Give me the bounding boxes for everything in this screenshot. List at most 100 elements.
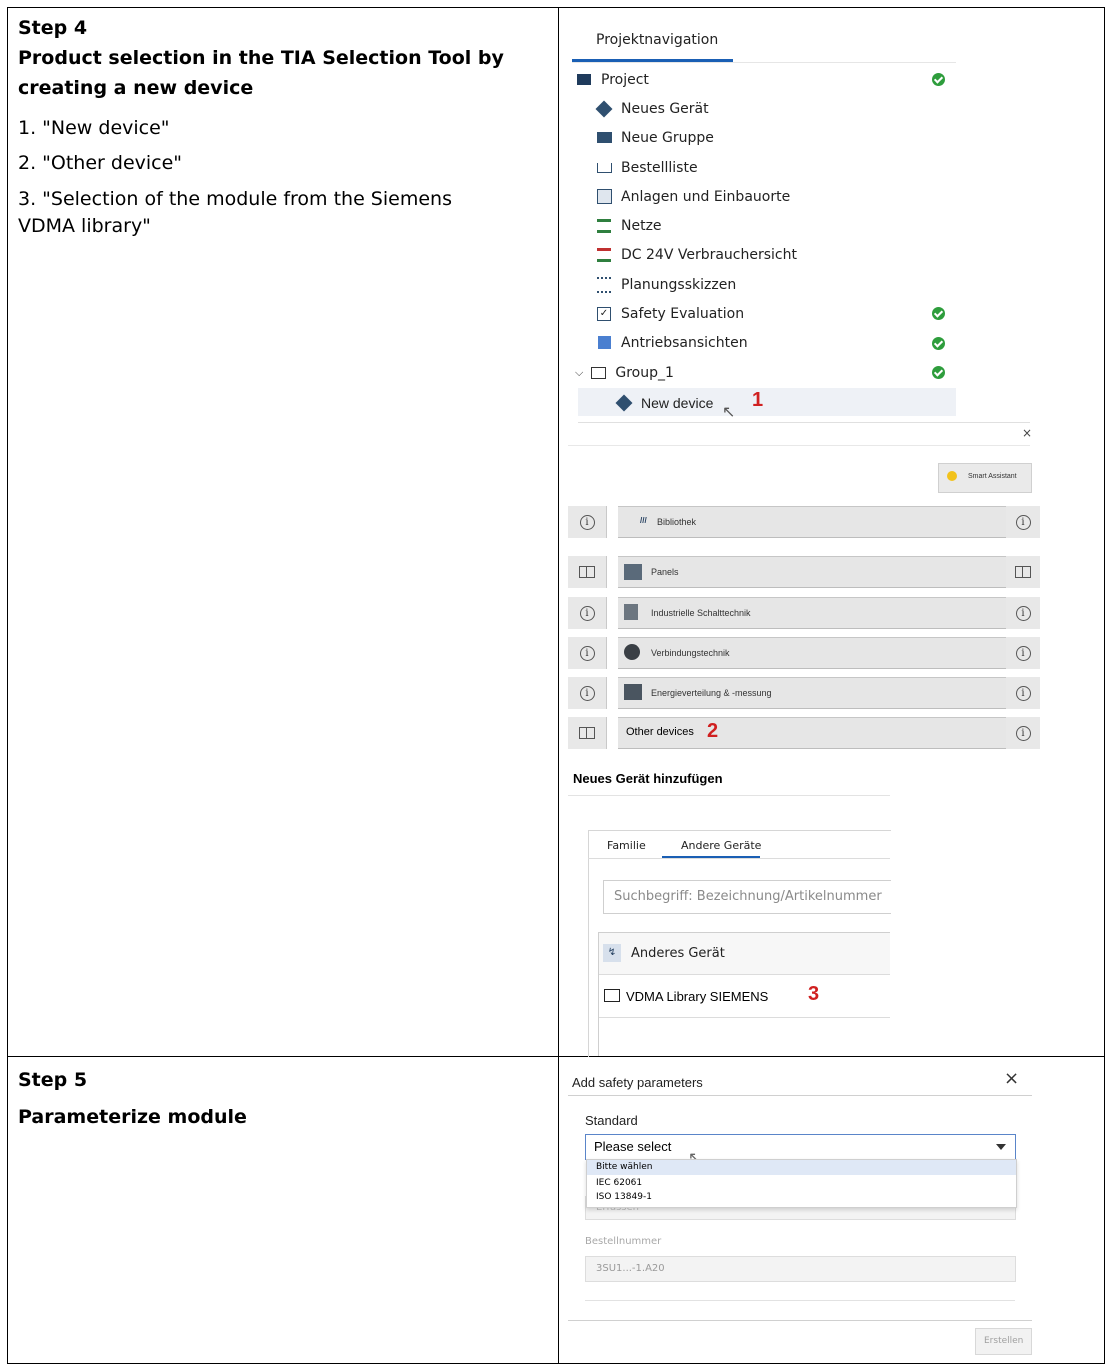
nav-item-label: DC 24V Verbrauchersicht: [621, 246, 797, 263]
panel-device-icon: [624, 564, 642, 580]
create-button[interactable]: Erstellen: [975, 1328, 1032, 1355]
info-icon: i: [1015, 605, 1031, 621]
switchgear-icon: [624, 604, 638, 620]
book-button[interactable]: [568, 556, 607, 588]
status-ok-icon: [932, 307, 945, 320]
book-icon: [579, 727, 595, 739]
dropdown-option[interactable]: Bitte wählen: [596, 1162, 652, 1172]
list-item-vdma-library[interactable]: VDMA Library SIEMENS: [599, 975, 890, 1018]
search-input[interactable]: Suchbegriff: Bezeichnung/Artikelnummer: [603, 880, 891, 914]
new-device-icon: [595, 100, 613, 117]
chevron-down-icon[interactable]: ⌵: [575, 366, 583, 380]
divider: [568, 795, 890, 796]
power-consumers-icon: [595, 247, 613, 263]
divider: [588, 858, 890, 859]
connection-icon: [624, 644, 640, 660]
cursor-icon: ↖: [722, 402, 736, 421]
info-icon: i: [1015, 725, 1031, 741]
nav-item-safety-evaluation[interactable]: ✓ Safety Evaluation: [595, 299, 744, 328]
book-icon: [579, 566, 595, 578]
callout-1: 1: [752, 389, 764, 411]
info-button[interactable]: i: [1006, 717, 1040, 749]
list-item-label: Anderes Gerät: [631, 946, 725, 961]
step4-item-3-cont: VDMA library": [18, 215, 151, 237]
info-icon: i: [579, 645, 595, 661]
nav-item-anlagen[interactable]: Anlagen und Einbauorte: [595, 182, 790, 211]
nav-project-label: Project: [601, 71, 649, 88]
tab-andere-geraete[interactable]: Andere Geräte: [681, 839, 761, 852]
nav-group-1[interactable]: ⌵ Group_1: [575, 358, 674, 387]
step4-item-2: 2. "Other device": [18, 152, 183, 174]
book-button[interactable]: [1006, 556, 1040, 588]
info-icon: i: [1015, 645, 1031, 661]
standard-label: Standard: [585, 1113, 638, 1128]
library-icon: ///: [640, 516, 647, 525]
nav-item-new-device[interactable]: New device: [615, 388, 713, 417]
nav-item-label: New device: [641, 394, 714, 411]
nav-item-antriebsansichten[interactable]: Antriebsansichten: [595, 328, 748, 357]
folder-icon: [604, 989, 620, 1002]
step4-item-1: 1. "New device": [18, 117, 170, 139]
info-button[interactable]: i: [1006, 597, 1040, 629]
dialog-title: Add safety parameters: [572, 1075, 703, 1090]
folder-icon: [589, 365, 607, 381]
info-button[interactable]: i: [1006, 637, 1040, 669]
smart-assistant-label: Smart Assistant: [968, 473, 1017, 480]
info-button[interactable]: i: [1006, 677, 1040, 709]
nav-item-label: Bestellliste: [621, 159, 698, 176]
info-button[interactable]: i: [568, 637, 607, 669]
close-icon[interactable]: ×: [1022, 426, 1032, 440]
folder-add-icon: [595, 130, 613, 146]
table-border-bottom: [7, 1363, 1105, 1364]
nav-item-label: Neue Gruppe: [621, 129, 714, 146]
table-column-divider: [558, 7, 559, 1364]
nav-group-label: Group_1: [615, 364, 674, 381]
step4-item-3: 3. "Selection of the module from the Sie…: [18, 188, 452, 210]
tab-familie[interactable]: Familie: [607, 839, 646, 852]
panel-label: Energieverteilung & -messung: [651, 688, 772, 698]
list-item-label: VDMA Library SIEMENS: [626, 989, 769, 1004]
nav-project[interactable]: Project: [575, 65, 649, 94]
info-button[interactable]: i: [568, 506, 607, 538]
nav-item-label: Safety Evaluation: [621, 305, 745, 322]
info-button[interactable]: i: [568, 597, 607, 629]
nav-item-dc24v[interactable]: DC 24V Verbrauchersicht: [595, 240, 797, 269]
order-number-value: 3SU1...-1.A20: [596, 1263, 665, 1274]
nav-item-netze[interactable]: Netze: [595, 211, 662, 240]
nav-item-label: Netze: [621, 217, 662, 234]
project-icon: [575, 72, 593, 88]
tab-projektnavigation[interactable]: Projektnavigation: [596, 32, 718, 48]
info-button[interactable]: i: [568, 677, 607, 709]
divider: [568, 445, 1030, 446]
nav-item-neue-gruppe[interactable]: Neue Gruppe: [595, 123, 714, 152]
nav-item-neues-geraet[interactable]: Neues Gerät: [595, 94, 709, 123]
close-icon[interactable]: ×: [1004, 1068, 1019, 1089]
panel-label: Panels: [651, 567, 679, 577]
step4-heading-line2: creating a new device: [18, 77, 254, 99]
step5-subtitle: Parameterize module: [18, 1106, 247, 1128]
smart-assistant-button[interactable]: Smart Assistant: [938, 463, 1032, 493]
dropdown-option[interactable]: IEC 62061: [596, 1178, 642, 1188]
callout-3: 3: [808, 983, 820, 1005]
select-value: Please select: [594, 1139, 672, 1154]
step4-heading-line1: Product selection in the TIA Selection T…: [18, 47, 504, 69]
table-row-divider: [7, 1056, 1105, 1057]
book-button[interactable]: [568, 717, 607, 749]
nav-item-label: Planungsskizzen: [621, 276, 737, 293]
panel-label: Bibliothek: [657, 517, 697, 527]
callout-2: 2: [707, 720, 719, 742]
nav-item-label: Neues Gerät: [621, 100, 709, 117]
divider: [568, 1320, 1032, 1321]
new-device-icon: [615, 394, 633, 411]
panel-label: Verbindungstechnik: [651, 648, 730, 658]
list-item-anderes-geraet[interactable]: ↯ Anderes Gerät: [599, 933, 890, 975]
chevron-down-icon: [996, 1144, 1006, 1150]
nav-item-planungsskizzen[interactable]: Planungsskizzen: [595, 270, 736, 299]
info-button[interactable]: i: [1006, 506, 1040, 538]
network-icon: [595, 218, 613, 234]
dropdown-option[interactable]: ISO 13849-1: [596, 1192, 652, 1202]
nav-item-bestellliste[interactable]: Bestellliste: [595, 153, 698, 182]
standard-select[interactable]: Please select: [585, 1134, 1016, 1160]
create-button-label: Erstellen: [984, 1336, 1024, 1346]
step4-title: Step 4: [18, 17, 88, 39]
